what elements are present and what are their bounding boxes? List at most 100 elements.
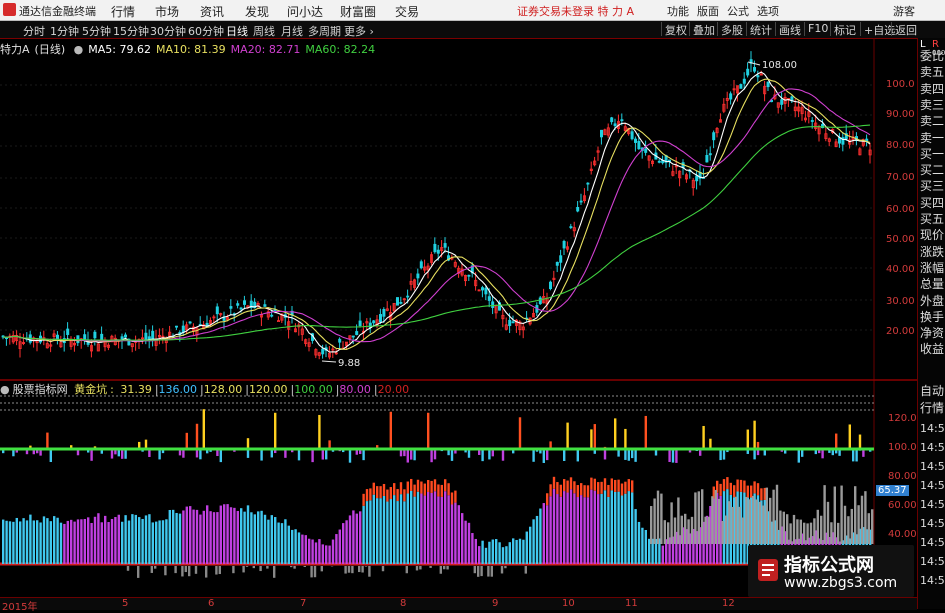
f10-button[interactable]: F10: [804, 22, 831, 36]
menu-discover[interactable]: 发现: [245, 3, 269, 20]
price-tick: 20.00: [886, 326, 915, 337]
indicator-spike: [247, 438, 249, 449]
indicator-bar: [563, 491, 565, 564]
candle-body: [539, 298, 541, 304]
guest-label[interactable]: 游客: [893, 3, 915, 19]
indicator-bar-hot: [723, 479, 725, 491]
indicator-bar-hot: [604, 478, 606, 490]
draw-button[interactable]: 画线: [775, 22, 804, 36]
multi-stock-button[interactable]: 多股: [717, 22, 746, 36]
indicator-bar: [624, 494, 626, 564]
period-tab[interactable]: 1分钟: [50, 23, 79, 39]
indicator-gray-bar: [681, 516, 683, 544]
indicator-bar-hot: [760, 488, 762, 500]
indicator-spike: [519, 417, 521, 449]
menu-function[interactable]: 功能: [667, 3, 689, 19]
indicator-bar: [522, 540, 524, 564]
indicator-gray-bar: [789, 523, 791, 544]
indicator-bar: [607, 497, 609, 564]
indicator-bar: [420, 494, 422, 564]
menu-ask-xiaoda[interactable]: 问小达: [287, 3, 323, 20]
indicator-bar: [36, 520, 38, 564]
indicator-bar: [87, 517, 89, 564]
indicator-value: 136.00: [159, 383, 198, 396]
indicator-bar: [67, 521, 69, 564]
indicator-gray-bar: [772, 490, 774, 544]
menu-options[interactable]: 选项: [757, 3, 779, 19]
menu-layout[interactable]: 版面: [697, 3, 719, 19]
indicator-bar-hot: [441, 485, 443, 497]
period-tab[interactable]: 分时: [23, 23, 45, 39]
candle-body: [175, 326, 177, 327]
candle-body: [373, 321, 375, 323]
indicator-bar: [50, 521, 52, 564]
indicator-under-bar: [351, 566, 353, 573]
indicator-under-bar: [246, 566, 248, 567]
ma-line: [3, 79, 870, 349]
period-tab[interactable]: 60分钟: [188, 23, 224, 39]
indicator-bar: [526, 532, 528, 564]
menu-trade[interactable]: 交易: [395, 3, 419, 20]
period-tab-more[interactable]: 更多 ›: [344, 23, 374, 39]
indicator-bar-hot: [733, 485, 735, 497]
indicator-spike: [753, 421, 755, 449]
period-tab[interactable]: 周线: [253, 23, 275, 39]
indicator-stub: [723, 449, 725, 460]
period-tab-active[interactable]: 日线: [226, 23, 248, 39]
period-tab[interactable]: 15分钟: [113, 23, 149, 39]
indicator-under-bar: [174, 566, 176, 573]
panel-quotes[interactable]: 行情: [920, 400, 944, 416]
kline-chart[interactable]: 108.00 9.88: [0, 38, 917, 597]
indicator-bar: [318, 539, 320, 564]
back-button[interactable]: 返回: [891, 22, 920, 36]
indicator-bar: [532, 519, 534, 564]
login-status[interactable]: 证券交易未登录 特 力 A: [517, 3, 634, 19]
indicator-gray-bar: [664, 520, 666, 544]
price-tick: 90.00: [886, 109, 915, 120]
indicator-bar: [274, 517, 276, 564]
indicator-bar: [53, 516, 55, 564]
stats-button[interactable]: 统计: [746, 22, 775, 36]
indicator-gray-bar: [857, 505, 859, 544]
period-tab[interactable]: 月线: [281, 23, 303, 39]
indicator-under-bar: [419, 566, 421, 569]
indicator-under-bar: [504, 566, 506, 568]
indicator-bar: [121, 522, 123, 564]
price-tick: 60.00: [886, 204, 915, 215]
indicator-gray-bar: [742, 518, 744, 544]
period-tab[interactable]: 30分钟: [150, 23, 186, 39]
watermark: 指标公式网 www.zbgs3.com: [748, 545, 914, 597]
indicator-value: 120.00: [249, 383, 288, 396]
candle-body: [509, 320, 511, 325]
menu-market[interactable]: 市场: [155, 3, 179, 20]
indicator-bar: [288, 526, 290, 564]
indicator-bar-hot: [447, 483, 449, 495]
mark-button[interactable]: 标记: [830, 22, 859, 36]
candle-body: [611, 118, 613, 122]
indicator-settings-icon[interactable]: ●: [0, 383, 10, 396]
menu-formula[interactable]: 公式: [727, 3, 749, 19]
indicator-bar: [254, 514, 256, 564]
indicator-bar-hot: [434, 479, 436, 491]
indicator-bar: [356, 514, 358, 564]
indicator-bar: [2, 520, 4, 564]
candle-body: [189, 322, 191, 323]
menu-news[interactable]: 资讯: [200, 3, 224, 20]
overlay-button[interactable]: 叠加: [689, 22, 718, 36]
indicator-under-bar: [480, 566, 482, 576]
indicator-bar-hot: [369, 488, 371, 500]
indicator-bar: [631, 492, 633, 564]
indicator-under-bar: [151, 566, 153, 573]
panel-auto[interactable]: 自动: [920, 383, 944, 399]
menu-quotes[interactable]: 行情: [111, 3, 135, 20]
indicator-bar: [424, 496, 426, 564]
indicator-bar: [498, 542, 500, 564]
indicator-bar: [369, 500, 371, 564]
indicator-bar-hot: [437, 484, 439, 496]
menu-wealth-circle[interactable]: 财富圈: [340, 3, 376, 20]
indicator-under-bar: [185, 566, 187, 572]
period-tab[interactable]: 多周期: [308, 23, 341, 39]
adjust-button[interactable]: 复权: [661, 22, 690, 36]
period-tab[interactable]: 5分钟: [82, 23, 111, 39]
date-tick: 9: [492, 598, 498, 609]
